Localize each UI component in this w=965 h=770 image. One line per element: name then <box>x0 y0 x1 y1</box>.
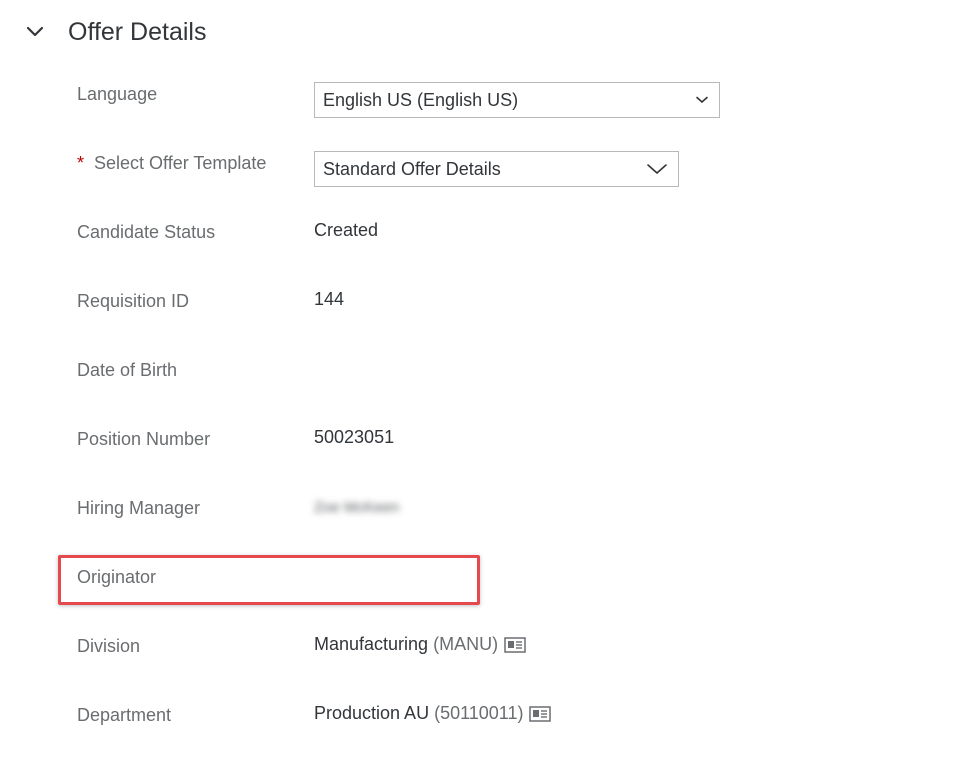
candidate-status-value: Created <box>314 220 379 240</box>
offer-template-select-value: Standard Offer Details <box>323 158 501 179</box>
department-code: (50110011) <box>434 703 524 723</box>
requisition-id-value: 144 <box>314 289 345 309</box>
division-name: Manufacturing <box>314 634 429 654</box>
business-card-icon[interactable] <box>504 636 526 653</box>
date-of-birth-label: Date of Birth <box>77 360 178 380</box>
hiring-manager-label: Hiring Manager <box>77 498 201 518</box>
requisition-id-label: Requisition ID <box>77 291 190 311</box>
language-select-value: English US (English US) <box>323 89 519 110</box>
section-title: Offer Details <box>68 17 207 46</box>
offer-template-label: * Select Offer Template <box>77 153 266 174</box>
chevron-down-icon <box>695 95 709 105</box>
hiring-manager-value: Zoe McKeen <box>314 499 400 516</box>
offer-template-label-text: Select Offer Template <box>94 153 267 173</box>
position-number-value: 50023051 <box>314 427 395 447</box>
originator-highlight-box <box>58 555 480 605</box>
language-select[interactable]: English US (English US) <box>314 82 720 118</box>
division-label: Division <box>77 636 141 656</box>
division-value: Manufacturing (MANU) <box>314 634 526 655</box>
department-name: Production AU <box>314 703 430 723</box>
division-code: (MANU) <box>433 634 499 654</box>
department-label: Department <box>77 705 172 725</box>
section-toggle[interactable]: Offer Details <box>24 14 206 50</box>
offer-template-select[interactable]: Standard Offer Details <box>314 151 679 187</box>
chevron-down-icon <box>646 162 668 176</box>
business-card-icon[interactable] <box>529 705 552 722</box>
position-number-label: Position Number <box>77 429 211 449</box>
department-value: Production AU (50110011) <box>314 703 552 724</box>
required-marker: * <box>77 153 85 173</box>
language-label: Language <box>77 84 158 104</box>
chevron-down-icon[interactable] <box>24 21 46 43</box>
candidate-status-label: Candidate Status <box>77 222 216 242</box>
